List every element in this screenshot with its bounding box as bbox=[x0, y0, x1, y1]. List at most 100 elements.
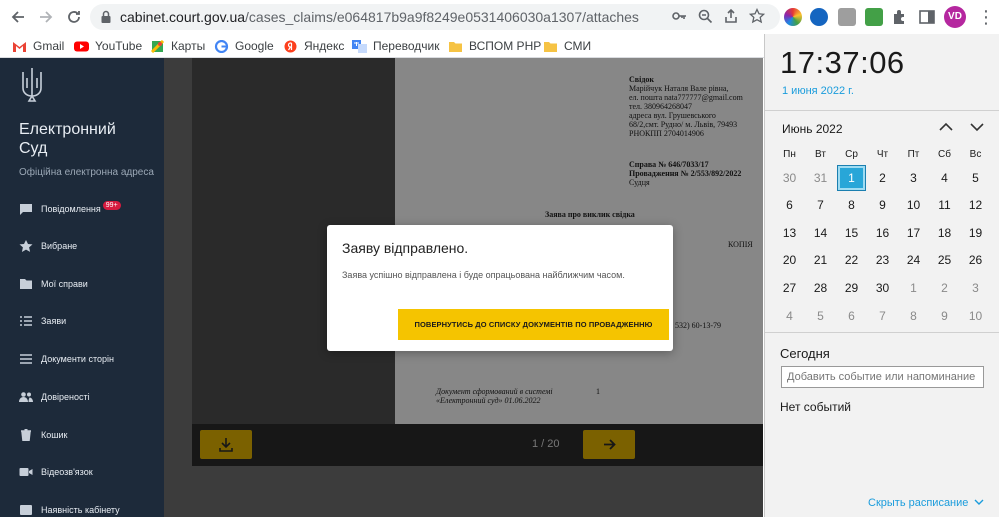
star-icon bbox=[19, 240, 33, 252]
sidebar-item-trash[interactable]: Кошик bbox=[19, 426, 67, 444]
current-date-link[interactable]: 1 июня 2022 г. bbox=[782, 85, 854, 97]
calendar-day[interactable]: 2 bbox=[929, 275, 960, 302]
yandex-icon bbox=[284, 40, 297, 52]
calendar-day[interactable]: 16 bbox=[867, 220, 898, 247]
site-title[interactable]: Електронний Суд bbox=[19, 120, 129, 158]
calendar-day[interactable]: 23 bbox=[867, 247, 898, 274]
color-picker-extension-icon[interactable] bbox=[784, 8, 802, 26]
calendar-day[interactable]: 5 bbox=[805, 303, 836, 330]
calendar-day[interactable]: 26 bbox=[960, 247, 991, 274]
calendar-day[interactable]: 21 bbox=[805, 247, 836, 274]
calendar-day[interactable]: 4 bbox=[774, 303, 805, 330]
bookmark-translate[interactable]: Переводчик bbox=[352, 37, 440, 55]
download-extension-icon[interactable] bbox=[865, 8, 883, 26]
calendar-day[interactable]: 7 bbox=[867, 303, 898, 330]
browser-menu-icon[interactable]: ⋮ bbox=[977, 6, 995, 28]
sidebar-item-favorites[interactable]: Вибране bbox=[19, 237, 77, 255]
calendar-day[interactable]: 9 bbox=[867, 192, 898, 219]
coat-of-arms-icon[interactable] bbox=[20, 66, 44, 104]
success-dialog: Заяву відправлено. Заява успішно відправ… bbox=[327, 225, 673, 351]
reload-button[interactable] bbox=[62, 6, 86, 28]
video-icon bbox=[19, 468, 33, 476]
calendar-day[interactable]: 24 bbox=[898, 247, 929, 274]
calendar-day[interactable]: 31 bbox=[805, 165, 836, 192]
folder-icon bbox=[20, 279, 32, 289]
extensions-puzzle-icon[interactable] bbox=[891, 8, 909, 26]
chevron-up-icon[interactable] bbox=[938, 120, 954, 134]
calendar-day[interactable]: 10 bbox=[960, 303, 991, 330]
sidebar-item-claims[interactable]: Заяви bbox=[19, 312, 66, 330]
bookmark-gmail[interactable]: Gmail bbox=[12, 37, 64, 55]
calendar-day[interactable]: 22 bbox=[836, 247, 867, 274]
profile-extension-icon[interactable] bbox=[838, 8, 856, 26]
messages-count-badge: 99+ bbox=[102, 200, 121, 210]
calendar-day[interactable]: 18 bbox=[929, 220, 960, 247]
back-button[interactable] bbox=[6, 6, 30, 28]
calendar-day[interactable]: 30 bbox=[774, 165, 805, 192]
bookmark-smi-folder[interactable]: СМИ bbox=[543, 37, 591, 55]
calendar-day[interactable]: 14 bbox=[805, 220, 836, 247]
calendar-day[interactable]: 8 bbox=[836, 192, 867, 219]
sidebar-item-messages[interactable]: Повідомлення 99+ bbox=[19, 200, 121, 218]
calendar-day[interactable]: 11 bbox=[929, 192, 960, 219]
calendar-day[interactable]: 30 bbox=[867, 275, 898, 302]
bookmark-maps[interactable]: Карты bbox=[150, 37, 205, 55]
forward-button[interactable] bbox=[34, 6, 58, 28]
return-to-documents-button[interactable]: ПОВЕРНУТИСЬ ДО СПИСКУ ДОКУМЕНТІВ ПО ПРОВ… bbox=[398, 309, 669, 340]
calendar-day[interactable]: 17 bbox=[898, 220, 929, 247]
site-subtitle: Офіційна електронна адреса bbox=[19, 167, 154, 178]
calendar-day[interactable]: 20 bbox=[774, 247, 805, 274]
bookmark-vspom-folder[interactable]: ВСПОМ РНР bbox=[448, 37, 541, 55]
calendar-day[interactable]: 4 bbox=[929, 165, 960, 192]
calendar-day[interactable]: 15 bbox=[836, 220, 867, 247]
hide-schedule-link[interactable]: Скрыть расписание bbox=[868, 497, 984, 509]
users-icon bbox=[19, 392, 33, 402]
calendar-day[interactable]: 13 bbox=[774, 220, 805, 247]
bookmark-star-icon[interactable] bbox=[748, 7, 766, 26]
weekday-label: Пн bbox=[783, 149, 796, 160]
weekday-label: Вт bbox=[815, 149, 826, 160]
calendar-day[interactable]: 27 bbox=[774, 275, 805, 302]
calendar-day[interactable]: 5 bbox=[960, 165, 991, 192]
sidebar-item-my-cases[interactable]: Мої справи bbox=[19, 275, 88, 293]
today-label: Сегодня bbox=[780, 346, 830, 361]
calendar-day[interactable]: 25 bbox=[929, 247, 960, 274]
sidebar-item-video-call[interactable]: Відеозв'язок bbox=[19, 463, 93, 481]
sidebar-item-powers-of-attorney[interactable]: Довіреності bbox=[19, 388, 90, 406]
calendar-day[interactable]: 6 bbox=[774, 192, 805, 219]
calendar-day[interactable]: 7 bbox=[805, 192, 836, 219]
folder-icon bbox=[544, 41, 557, 52]
side-panel-icon[interactable] bbox=[918, 8, 936, 26]
bookmark-youtube[interactable]: YouTube bbox=[74, 37, 142, 55]
calendar-day[interactable]: 8 bbox=[898, 303, 929, 330]
sidebar-item-party-documents[interactable]: Документи сторін bbox=[19, 350, 114, 368]
share-icon[interactable] bbox=[722, 8, 740, 26]
documents-icon bbox=[20, 354, 32, 364]
calendar-day[interactable]: 12 bbox=[960, 192, 991, 219]
address-bar[interactable]: cabinet.court.gov.ua/cases_claims/e06481… bbox=[90, 4, 780, 30]
month-title[interactable]: Июнь 2022 bbox=[782, 122, 843, 136]
calendar-day[interactable]: 1 bbox=[898, 275, 929, 302]
weekday-label: Ср bbox=[845, 149, 858, 160]
calendar-day[interactable]: 10 bbox=[898, 192, 929, 219]
zoom-icon[interactable] bbox=[696, 8, 714, 26]
bookmark-yandex[interactable]: Яндекс bbox=[283, 37, 344, 55]
calendar-day-today[interactable]: 1 bbox=[836, 165, 867, 192]
weekday-label: Пт bbox=[907, 149, 920, 160]
infinity-extension-icon[interactable] bbox=[810, 8, 828, 26]
sidebar-item-cabinet-check[interactable]: Наявність кабінету bbox=[19, 501, 120, 519]
calendar-day[interactable]: 3 bbox=[960, 275, 991, 302]
chevron-down-icon[interactable] bbox=[969, 120, 985, 134]
profile-avatar[interactable]: VD bbox=[944, 6, 966, 28]
reload-icon bbox=[68, 11, 80, 23]
key-icon[interactable] bbox=[670, 8, 688, 26]
calendar-day[interactable]: 19 bbox=[960, 220, 991, 247]
calendar-day[interactable]: 2 bbox=[867, 165, 898, 192]
calendar-day[interactable]: 3 bbox=[898, 165, 929, 192]
bookmark-google[interactable]: Google bbox=[214, 37, 274, 55]
calendar-day[interactable]: 28 bbox=[805, 275, 836, 302]
add-event-input[interactable] bbox=[781, 366, 984, 388]
calendar-day[interactable]: 9 bbox=[929, 303, 960, 330]
calendar-day[interactable]: 29 bbox=[836, 275, 867, 302]
calendar-day[interactable]: 6 bbox=[836, 303, 867, 330]
